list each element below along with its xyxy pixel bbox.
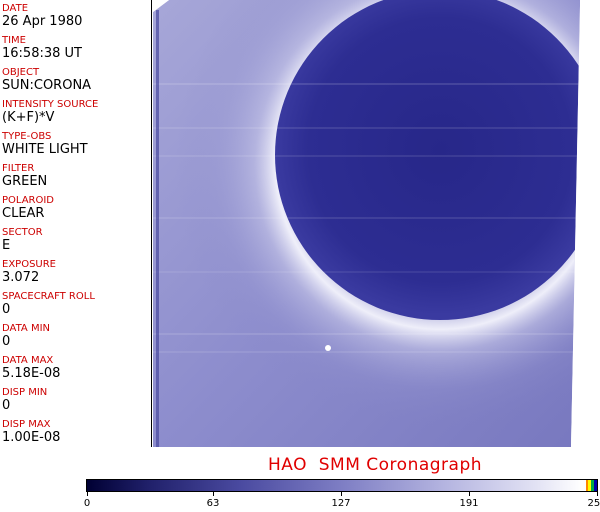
metadata-label: TYPE-OBS (2, 131, 52, 142)
metadata-label: INTENSITY SOURCE (2, 99, 99, 110)
metadata-field: FILTER GREEN (2, 163, 47, 189)
metadata-field: DATA MAX 5.18E-08 (2, 355, 60, 381)
metadata-label: DISP MAX (2, 419, 51, 430)
metadata-value: 0 (2, 334, 11, 349)
color-scale-bar (86, 479, 598, 492)
metadata-field: INTENSITY SOURCE (K+F)*V (2, 99, 98, 125)
metadata-label: EXPOSURE (2, 259, 57, 270)
colorbar-tick (597, 492, 598, 496)
colorbar-tick (469, 492, 470, 496)
metadata-label: POLAROID (2, 195, 55, 206)
metadata-label: SPACECRAFT ROLL (2, 291, 95, 302)
coronagraph-svg (153, 0, 600, 447)
metadata-field: OBJECT SUN:CORONA (2, 67, 91, 93)
colorbar-tick-label: 255 (587, 498, 600, 509)
metadata-label: TIME (2, 35, 27, 46)
metadata-value: 26 Apr 1980 (2, 14, 83, 29)
instrument-caption: HAO SMM Coronagraph (267, 455, 483, 475)
colorbar-endcap (594, 480, 597, 491)
colorbar-tick-label: 63 (206, 498, 220, 509)
metadata-value: GREEN (2, 174, 48, 189)
metadata-field: SPACECRAFT ROLL 0 (2, 291, 95, 317)
metadata-value: 1.00E-08 (2, 430, 61, 445)
metadata-value: 5.18E-08 (2, 366, 61, 381)
metadata-value: 3.072 (2, 270, 40, 285)
metadata-field: TIME 16:58:38 UT (2, 35, 82, 61)
metadata-value: 0 (2, 398, 11, 413)
colorbar-tick-label: 191 (459, 498, 479, 509)
metadata-label: SECTOR (2, 227, 43, 238)
metadata-value: WHITE LIGHT (2, 142, 88, 157)
metadata-label: FILTER (2, 163, 35, 174)
left-edge-column (156, 10, 159, 447)
metadata-value: 16:58:38 UT (2, 46, 82, 61)
metadata-field: SECTOR E (2, 227, 43, 253)
metadata-value: (K+F)*V (2, 110, 55, 125)
metadata-label: DATA MIN (2, 323, 50, 334)
metadata-label: DISP MIN (2, 387, 48, 398)
metadata-field: DATE 26 Apr 1980 (2, 3, 82, 29)
metadata-field: DISP MIN 0 (2, 387, 47, 413)
metadata-field: DISP MAX 1.00E-08 (2, 419, 60, 445)
metadata-field: EXPOSURE 3.072 (2, 259, 56, 285)
metadata-panel: DATE 26 Apr 1980 TIME 16:58:38 UT OBJECT SUN:… (0, 0, 152, 447)
metadata-field: DATA MIN 0 (2, 323, 50, 349)
colorbar-tick (87, 492, 88, 496)
metadata-label: DATE (2, 3, 29, 14)
metadata-value: CLEAR (2, 206, 45, 221)
metadata-field: TYPE-OBS WHITE LIGHT (2, 131, 88, 157)
colorbar-tick (341, 492, 342, 496)
colorbar-tick (213, 492, 214, 496)
metadata-value: 0 (2, 302, 11, 317)
metadata-label: OBJECT (2, 67, 40, 78)
metadata-value: E (2, 238, 11, 253)
bright-spot (325, 345, 331, 351)
colorbar-tick-label: 127 (331, 498, 351, 509)
colorbar-tick-label: 0 (83, 498, 91, 509)
metadata-field: POLAROID CLEAR (2, 195, 54, 221)
metadata-label: DATA MAX (2, 355, 54, 366)
coronagraph-image (153, 0, 600, 447)
metadata-value: SUN:CORONA (2, 78, 92, 93)
